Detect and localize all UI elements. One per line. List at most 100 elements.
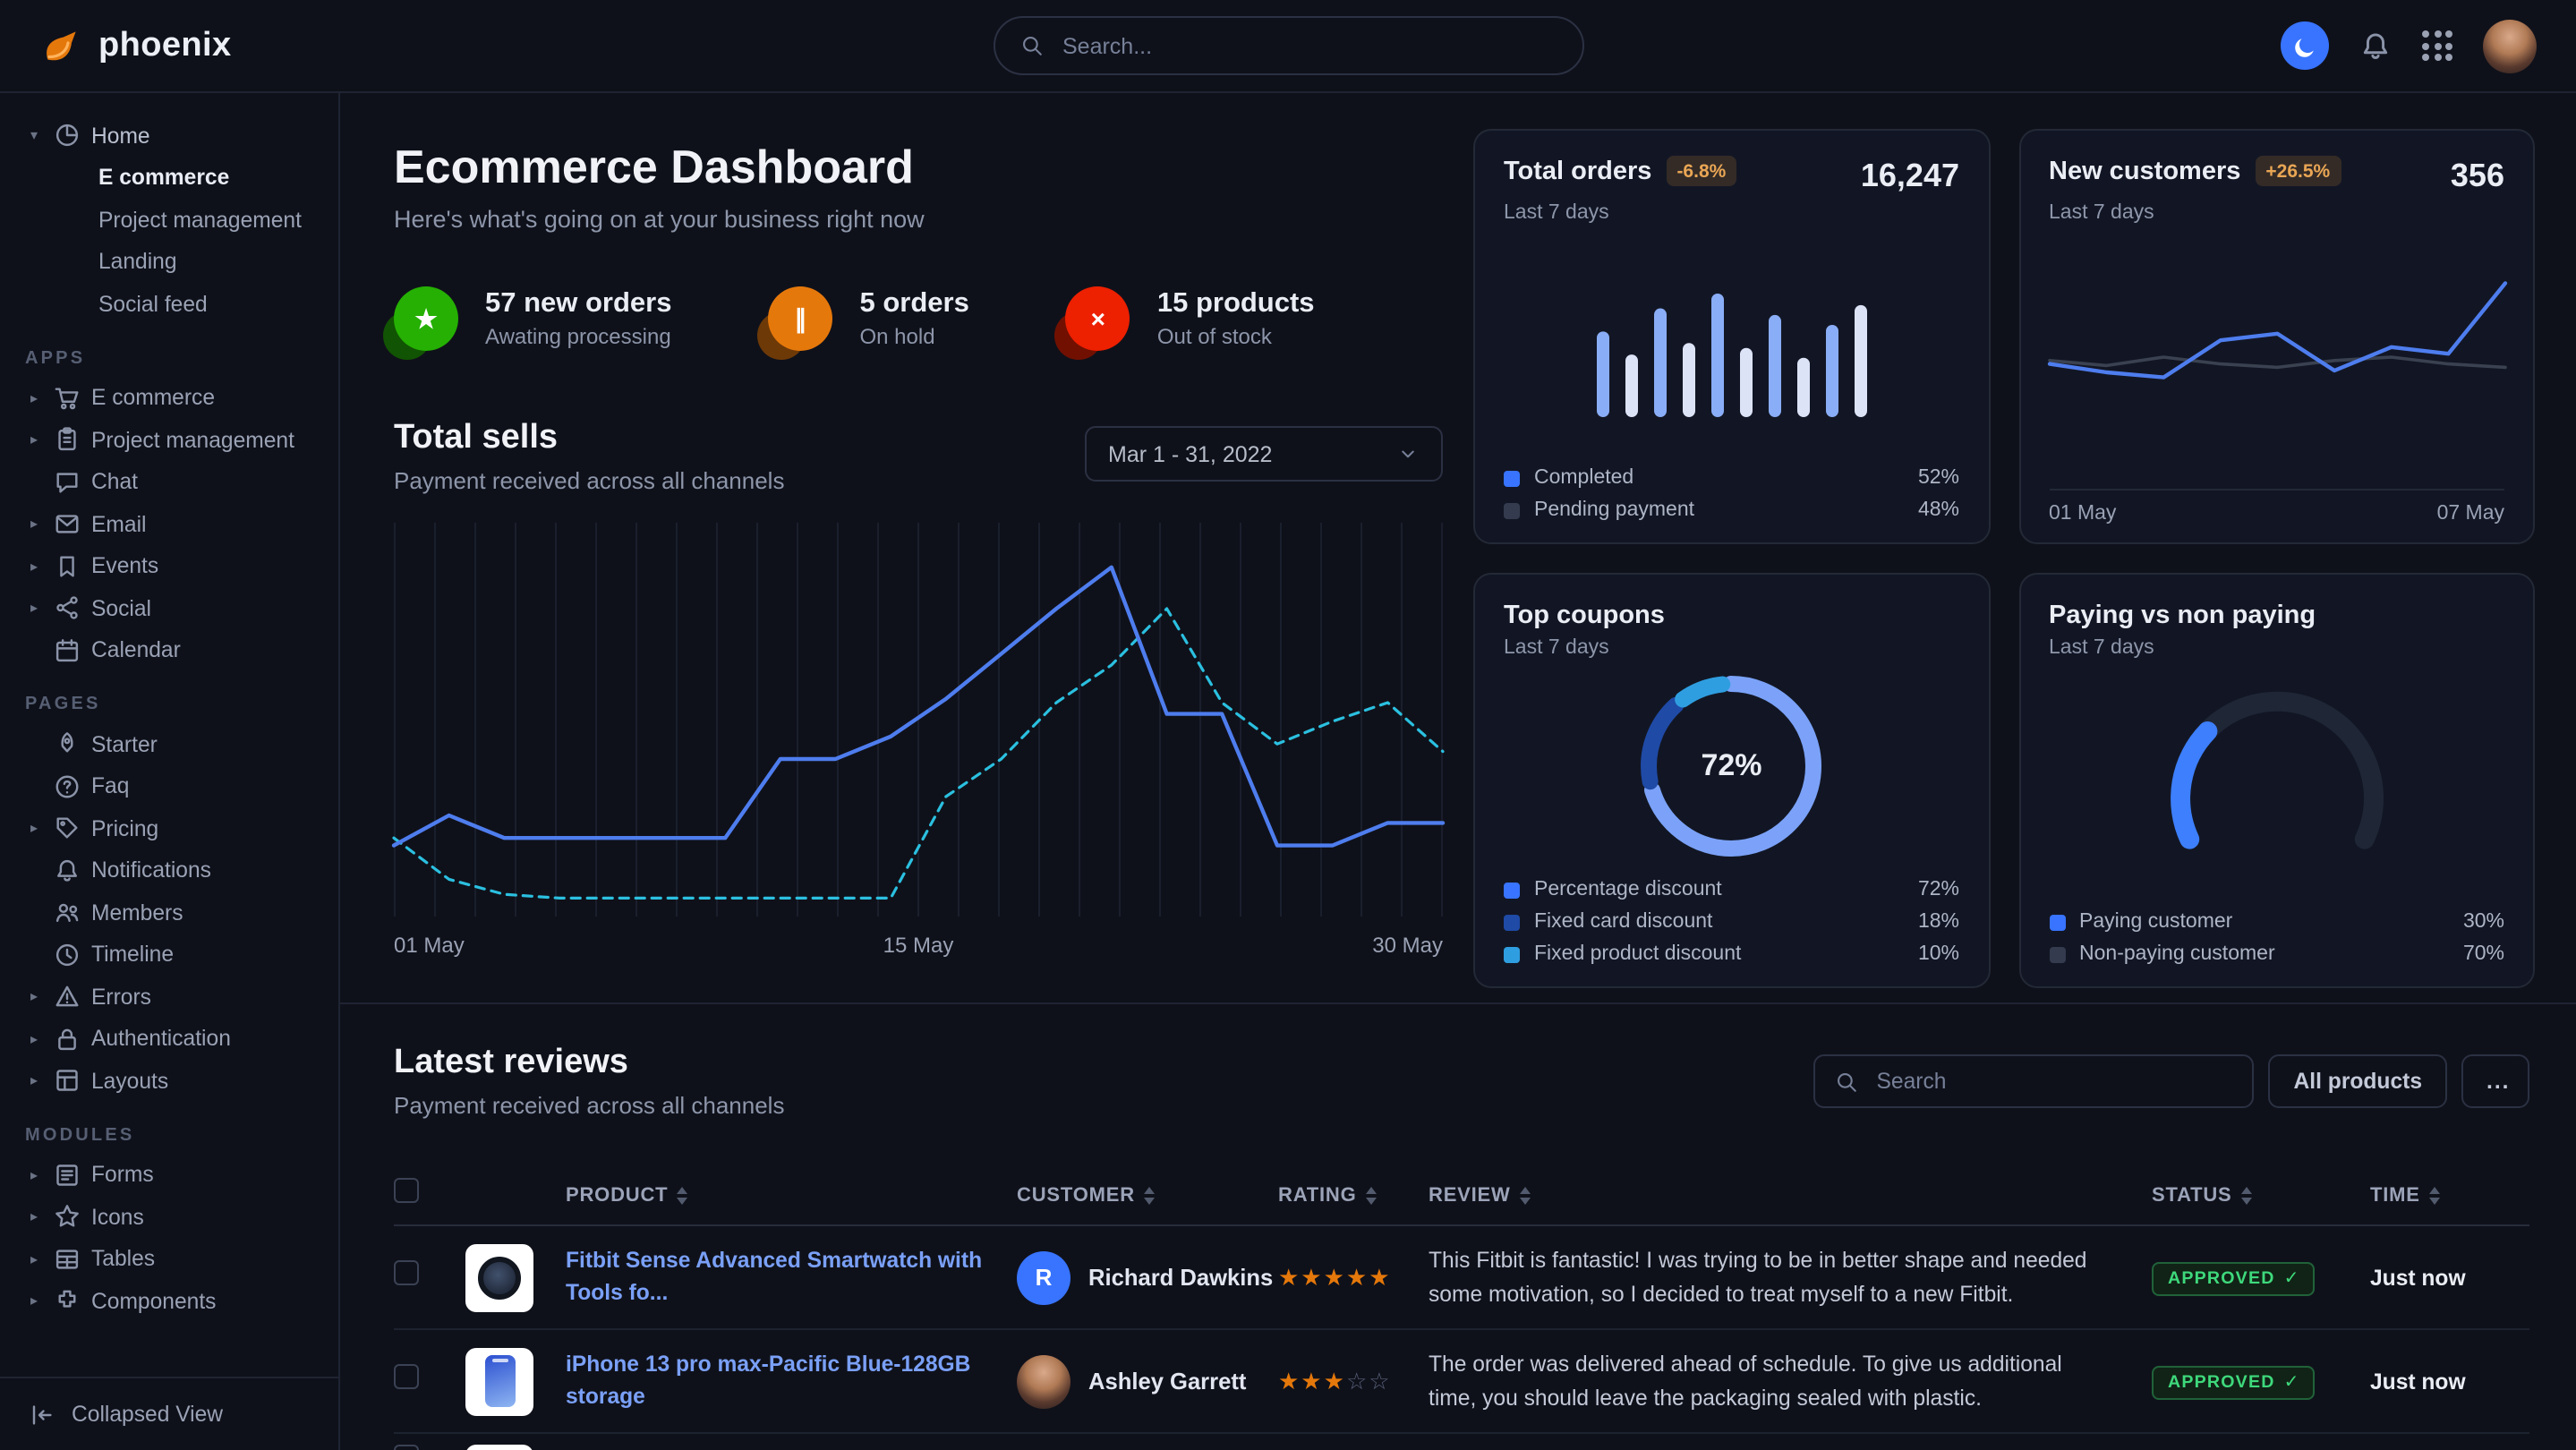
sidebar-item-authentication[interactable]: ▸ Authentication bbox=[25, 1018, 320, 1060]
sidebar-item-social-feed[interactable]: Social feed bbox=[98, 283, 320, 325]
sidebar-item-members[interactable]: ▸ Members bbox=[25, 891, 320, 934]
paying-gauge-chart bbox=[2143, 670, 2411, 856]
search-input[interactable] bbox=[1059, 31, 1557, 60]
sidebar-item-forms[interactable]: ▸ Forms bbox=[25, 1154, 320, 1196]
x-tick: 30 May bbox=[1372, 933, 1443, 958]
x-tick: 01 May bbox=[394, 933, 465, 958]
apps-grid-icon[interactable] bbox=[2422, 30, 2452, 61]
sidebar-item-icons[interactable]: ▸ Icons bbox=[25, 1196, 320, 1238]
sidebar-item-starter[interactable]: ▸ Starter bbox=[25, 723, 320, 765]
sidebar-item-label: Project management bbox=[91, 428, 294, 453]
search-icon bbox=[1019, 34, 1043, 57]
new-customers-chart bbox=[2049, 249, 2504, 435]
sidebar-item-email[interactable]: ▸ Email bbox=[25, 503, 320, 545]
total-sells-title: Total sells bbox=[394, 419, 784, 458]
column-header-product[interactable]: PRODUCT bbox=[566, 1184, 1017, 1206]
column-header-rating[interactable]: RATING bbox=[1278, 1184, 1429, 1206]
caret-right-icon: ▸ bbox=[25, 821, 43, 837]
layout-icon bbox=[54, 1068, 81, 1095]
x-tick: 07 May bbox=[2437, 503, 2504, 525]
column-header-status[interactable]: STATUS bbox=[2152, 1184, 2370, 1206]
collapsed-view-toggle[interactable]: Collapsed View bbox=[0, 1377, 338, 1450]
sidebar-section-pages: PAGES bbox=[25, 695, 320, 714]
card-title: Total orders bbox=[1504, 158, 1651, 186]
legend-item: Fixed card discount 18% bbox=[1504, 911, 1959, 933]
sidebar-item-label: Errors bbox=[91, 985, 151, 1010]
row-checkbox[interactable] bbox=[394, 1260, 419, 1285]
row-checkbox[interactable] bbox=[394, 1445, 419, 1450]
cart-icon bbox=[54, 385, 81, 412]
sidebar-item-label: Members bbox=[91, 900, 183, 925]
bookmark-icon bbox=[54, 553, 81, 580]
sidebar-item-chat[interactable]: ▸ Chat bbox=[25, 461, 320, 503]
sort-icon bbox=[1366, 1186, 1377, 1204]
more-options-button[interactable]: ... bbox=[2461, 1054, 2529, 1108]
user-avatar[interactable] bbox=[2483, 19, 2537, 72]
sidebar-item-components[interactable]: ▸ Components bbox=[25, 1280, 320, 1322]
review-row-partial bbox=[394, 1434, 2529, 1450]
legend-item: Completed 52% bbox=[1504, 467, 1959, 489]
select-all-checkbox[interactable] bbox=[394, 1178, 419, 1203]
sidebar-item-label: Chat bbox=[91, 470, 138, 495]
card-period: Last 7 days bbox=[1504, 202, 1959, 224]
sidebar-item-ecommerce[interactable]: E commerce bbox=[98, 157, 320, 199]
sidebar-item-notifications[interactable]: ▸ Notifications bbox=[25, 849, 320, 891]
navbar-search[interactable] bbox=[993, 16, 1583, 75]
sidebar-item-errors[interactable]: ▸ Errors bbox=[25, 976, 320, 1018]
sidebar-item-pricing[interactable]: ▸ Pricing bbox=[25, 807, 320, 849]
row-checkbox[interactable] bbox=[394, 1364, 419, 1389]
sidebar-item-faq[interactable]: ▸ Faq bbox=[25, 765, 320, 807]
bell-icon[interactable] bbox=[2359, 30, 2392, 62]
sidebar-item-label: Icons bbox=[91, 1205, 144, 1230]
sidebar-item-label: Faq bbox=[91, 774, 129, 799]
reviews-search-input[interactable] bbox=[1873, 1067, 2233, 1096]
column-header-time[interactable]: TIME bbox=[2370, 1184, 2529, 1206]
sidebar-item-layouts[interactable]: ▸ Layouts bbox=[25, 1060, 320, 1102]
stat-new-orders: ★ 57 new orders Awating processing bbox=[394, 286, 672, 351]
column-header-customer[interactable]: CUSTOMER bbox=[1017, 1184, 1278, 1206]
new-customers-card: New customers +26.5% 356 Last 7 days 01 … bbox=[2018, 129, 2535, 544]
caret-right-icon: ▸ bbox=[25, 1293, 43, 1309]
sidebar: ▾ Home E commerce Project management Lan… bbox=[0, 93, 340, 1450]
caret-right-icon: ▸ bbox=[25, 601, 43, 617]
pie-chart-icon bbox=[54, 123, 81, 149]
review-time: Just now bbox=[2370, 1369, 2529, 1394]
sidebar-item-timeline[interactable]: ▸ Timeline bbox=[25, 934, 320, 976]
customer-name: Ashley Garrett bbox=[1088, 1368, 1246, 1395]
sidebar-item-label: Email bbox=[91, 512, 147, 537]
sidebar-item-ecommerce-app[interactable]: ▸ E commerce bbox=[25, 377, 320, 419]
sidebar-item-home[interactable]: ▾ Home bbox=[25, 115, 320, 157]
review-text: This Fitbit is fantastic! I was trying t… bbox=[1429, 1244, 2152, 1310]
stat-out-of-stock: × 15 products Out of stock bbox=[1066, 286, 1315, 351]
sidebar-item-events[interactable]: ▸ Events bbox=[25, 545, 320, 587]
top-coupons-chart-area: 72% bbox=[1639, 673, 1825, 859]
total-sells-chart-area bbox=[394, 523, 1443, 917]
sidebar-item-label: Timeline bbox=[91, 942, 174, 968]
sidebar-item-project-management[interactable]: Project management bbox=[98, 199, 320, 241]
sidebar-section-apps: APPS bbox=[25, 348, 320, 368]
collapsed-view-label: Collapsed View bbox=[72, 1402, 223, 1427]
sidebar-item-landing[interactable]: Landing bbox=[98, 241, 320, 283]
product-link[interactable]: Fitbit Sense Advanced Smartwatch with To… bbox=[566, 1247, 1017, 1309]
app-viewport: phoenix ▾ Home bbox=[0, 0, 2576, 1450]
lock-icon bbox=[54, 1026, 81, 1053]
product-link[interactable]: iPhone 13 pro max-Pacific Blue-128GB sto… bbox=[566, 1351, 1017, 1412]
all-products-button[interactable]: All products bbox=[2269, 1054, 2447, 1108]
sidebar-item-calendar[interactable]: ▸ Calendar bbox=[25, 629, 320, 671]
sidebar-item-social[interactable]: ▸ Social bbox=[25, 587, 320, 629]
date-range-select[interactable]: Mar 1 - 31, 2022 bbox=[1085, 426, 1443, 482]
brand-logo[interactable]: phoenix bbox=[39, 23, 232, 68]
x-tick: 01 May bbox=[2049, 503, 2116, 525]
legend-item: Fixed product discount 10% bbox=[1504, 943, 1959, 965]
theme-toggle-button[interactable] bbox=[2281, 21, 2329, 70]
sidebar-item-tables[interactable]: ▸ Tables bbox=[25, 1238, 320, 1280]
iphone-image bbox=[484, 1355, 515, 1407]
column-header-review[interactable]: REVIEW bbox=[1429, 1184, 2152, 1206]
reviews-search[interactable] bbox=[1814, 1054, 2255, 1108]
x-tick: 15 May bbox=[883, 933, 954, 958]
kpi-cards: Total orders -6.8% 16,247 Last 7 days Co… bbox=[1473, 93, 2535, 988]
sidebar-item-project-management-app[interactable]: ▸ Project management bbox=[25, 419, 320, 461]
check-icon: ✓ bbox=[2284, 1372, 2299, 1392]
reviews-subtitle: Payment received across all channels bbox=[394, 1092, 784, 1119]
tag-icon bbox=[54, 815, 81, 842]
